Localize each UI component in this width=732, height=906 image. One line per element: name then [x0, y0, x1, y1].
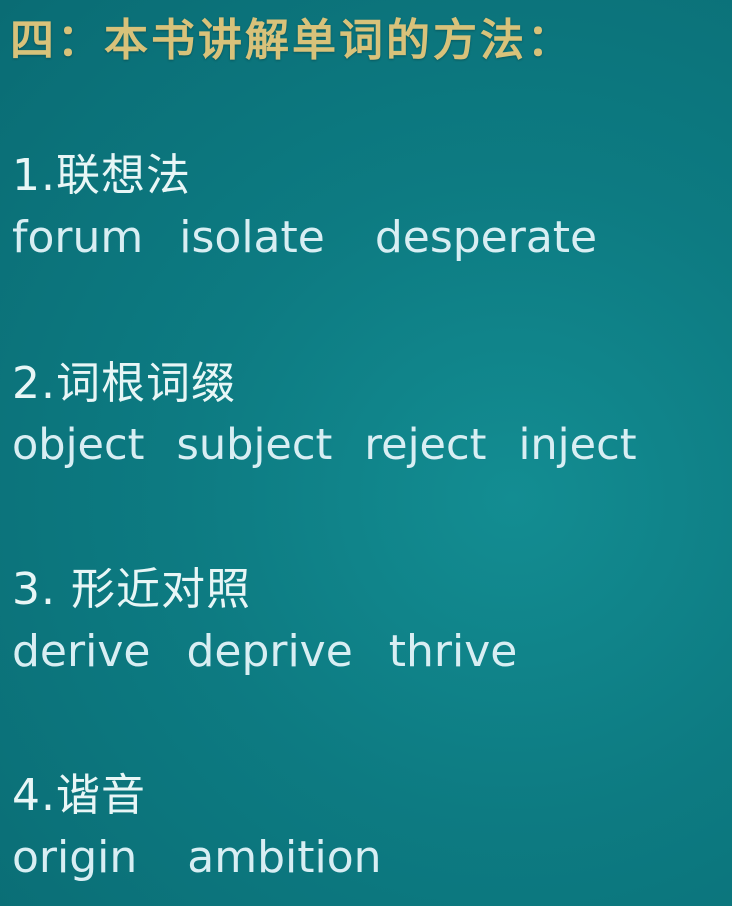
slide-title: 四：本书讲解单词的方法：: [10, 15, 574, 66]
section-heading: 2.词根词缀: [12, 358, 236, 409]
word-item: reject: [364, 420, 487, 470]
section-heading: 3. 形近对照: [12, 564, 251, 615]
word-item: inject: [518, 420, 637, 470]
section-roots-affixes: 2.词根词缀 object subject reject inject: [12, 362, 669, 467]
word-item: object: [12, 420, 145, 470]
section-association-method: 1.联想法 forum isolate desperate: [12, 154, 633, 260]
section-homophones: 4.谐音 origin ambition: [12, 774, 432, 880]
word-item: ambition: [187, 832, 382, 883]
word-item: forum: [12, 212, 144, 263]
word-item: subject: [176, 420, 333, 470]
word-list: origin ambition: [12, 836, 432, 880]
word-item: desperate: [374, 212, 598, 263]
word-item: derive: [12, 626, 151, 677]
word-list: derive deprive thrive: [12, 630, 553, 674]
section-heading: 1.联想法: [12, 150, 191, 201]
word-list: forum isolate desperate: [12, 216, 633, 260]
section-heading: 4.谐音: [12, 770, 146, 821]
word-list: object subject reject inject: [12, 424, 669, 467]
word-item: deprive: [186, 626, 353, 677]
word-item: thrive: [388, 626, 518, 677]
word-item: isolate: [179, 212, 325, 263]
word-item: origin: [12, 832, 138, 883]
slide: 四：本书讲解单词的方法： 1.联想法 forum isolate despera…: [0, 0, 732, 906]
section-similar-forms: 3. 形近对照 derive deprive thrive: [12, 568, 553, 674]
